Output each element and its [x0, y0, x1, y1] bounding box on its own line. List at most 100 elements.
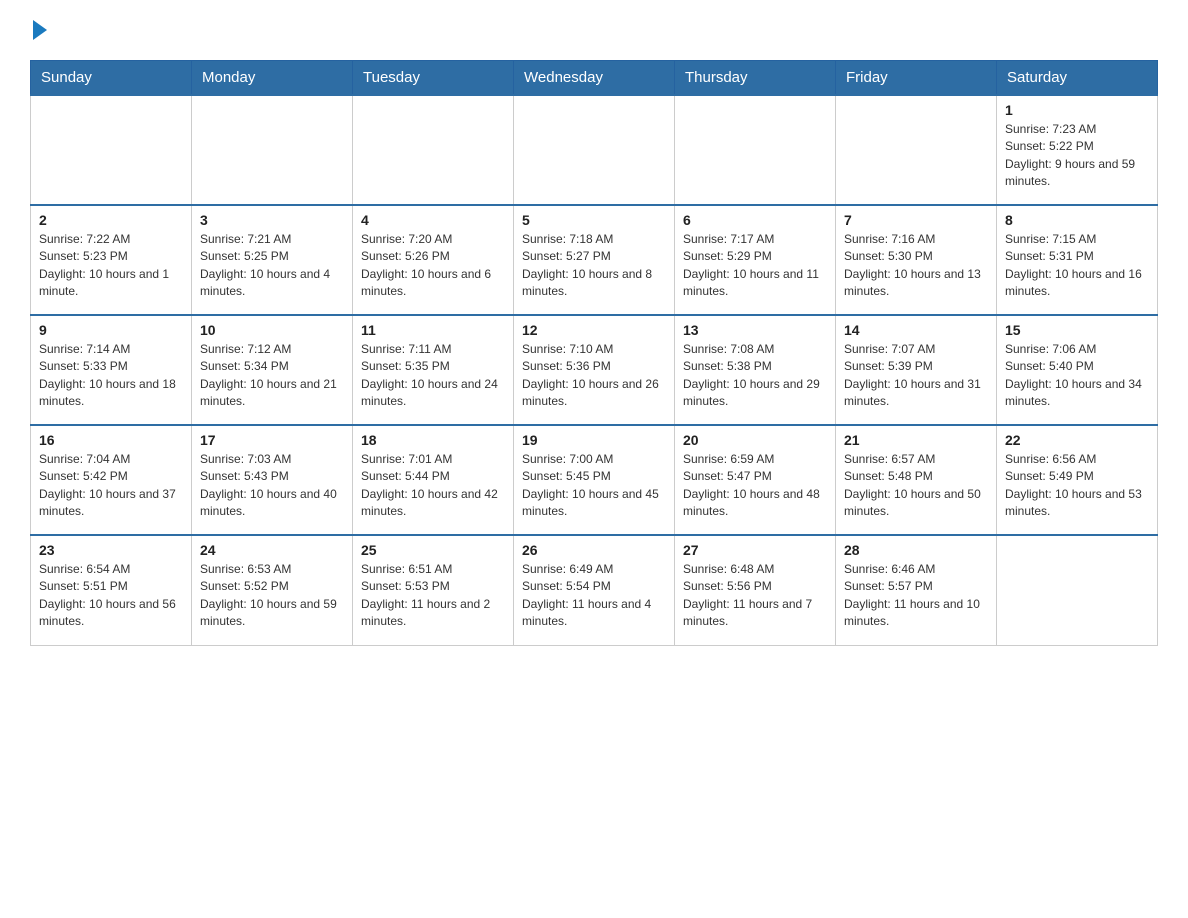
table-row: 2 Sunrise: 7:22 AM Sunset: 5:23 PM Daylig… [31, 205, 192, 315]
day-number: 11 [361, 322, 505, 338]
day-number: 7 [844, 212, 988, 228]
table-row: 21 Sunrise: 6:57 AM Sunset: 5:48 PM Dayli… [836, 425, 997, 535]
logo [30, 20, 47, 44]
day-info: Sunrise: 6:53 AM Sunset: 5:52 PM Dayligh… [200, 561, 344, 631]
day-info: Sunrise: 7:04 AM Sunset: 5:42 PM Dayligh… [39, 451, 183, 521]
table-row: 28Sunrise: 6:46 AM Sunset: 5:57 PM Dayli… [836, 535, 997, 645]
table-row: 25 Sunrise: 6:51 AM Sunset: 5:53 PM Dayli… [353, 535, 514, 645]
day-info: Sunrise: 6:57 AM Sunset: 5:48 PM Dayligh… [844, 451, 988, 521]
calendar-header-row: Sunday Monday Tuesday Wednesday Thursday… [31, 61, 1158, 96]
calendar-table: Sunday Monday Tuesday Wednesday Thursday… [30, 60, 1158, 646]
day-number: 13 [683, 322, 827, 338]
day-number: 2 [39, 212, 183, 228]
day-info: Sunrise: 6:54 AM Sunset: 5:51 PM Dayligh… [39, 561, 183, 631]
day-info: Sunrise: 6:59 AM Sunset: 5:47 PM Dayligh… [683, 451, 827, 521]
calendar-week-row: 16 Sunrise: 7:04 AM Sunset: 5:42 PM Dayli… [31, 425, 1158, 535]
calendar-week-row: 2 Sunrise: 7:22 AM Sunset: 5:23 PM Daylig… [31, 205, 1158, 315]
day-info: Sunrise: 7:07 AM Sunset: 5:39 PM Dayligh… [844, 341, 988, 411]
day-info: Sunrise: 7:17 AM Sunset: 5:29 PM Dayligh… [683, 231, 827, 301]
col-sunday: Sunday [31, 61, 192, 96]
table-row [997, 535, 1158, 645]
day-number: 26 [522, 542, 666, 558]
table-row [675, 95, 836, 205]
day-info: Sunrise: 7:00 AM Sunset: 5:45 PM Dayligh… [522, 451, 666, 521]
day-number: 15 [1005, 322, 1149, 338]
day-number: 14 [844, 322, 988, 338]
day-number: 21 [844, 432, 988, 448]
table-row: 11 Sunrise: 7:11 AM Sunset: 5:35 PM Dayli… [353, 315, 514, 425]
table-row: 6Sunrise: 7:17 AM Sunset: 5:29 PM Daylig… [675, 205, 836, 315]
day-info: Sunrise: 7:10 AM Sunset: 5:36 PM Dayligh… [522, 341, 666, 411]
col-friday: Friday [836, 61, 997, 96]
table-row: 1 Sunrise: 7:23 AM Sunset: 5:22 PM Daylig… [997, 95, 1158, 205]
day-number: 8 [1005, 212, 1149, 228]
table-row: 14 Sunrise: 7:07 AM Sunset: 5:39 PM Dayli… [836, 315, 997, 425]
day-number: 28 [844, 542, 988, 558]
table-row: 17Sunrise: 7:03 AM Sunset: 5:43 PM Dayli… [192, 425, 353, 535]
calendar-week-row: 23 Sunrise: 6:54 AM Sunset: 5:51 PM Dayli… [31, 535, 1158, 645]
day-number: 10 [200, 322, 344, 338]
day-info: Sunrise: 6:49 AM Sunset: 5:54 PM Dayligh… [522, 561, 666, 631]
day-number: 19 [522, 432, 666, 448]
col-monday: Monday [192, 61, 353, 96]
table-row: 22 Sunrise: 6:56 AM Sunset: 5:49 PM Dayli… [997, 425, 1158, 535]
table-row: 19 Sunrise: 7:00 AM Sunset: 5:45 PM Dayli… [514, 425, 675, 535]
day-number: 9 [39, 322, 183, 338]
col-thursday: Thursday [675, 61, 836, 96]
day-info: Sunrise: 7:01 AM Sunset: 5:44 PM Dayligh… [361, 451, 505, 521]
logo-arrow-icon [33, 20, 47, 40]
col-saturday: Saturday [997, 61, 1158, 96]
day-number: 1 [1005, 102, 1149, 118]
day-number: 20 [683, 432, 827, 448]
day-info: Sunrise: 7:08 AM Sunset: 5:38 PM Dayligh… [683, 341, 827, 411]
col-tuesday: Tuesday [353, 61, 514, 96]
page-header [30, 20, 1158, 44]
table-row: 12 Sunrise: 7:10 AM Sunset: 5:36 PM Dayli… [514, 315, 675, 425]
table-row [836, 95, 997, 205]
day-number: 25 [361, 542, 505, 558]
table-row [192, 95, 353, 205]
day-number: 18 [361, 432, 505, 448]
table-row: 23 Sunrise: 6:54 AM Sunset: 5:51 PM Dayli… [31, 535, 192, 645]
day-number: 16 [39, 432, 183, 448]
table-row: 8 Sunrise: 7:15 AM Sunset: 5:31 PM Daylig… [997, 205, 1158, 315]
day-info: Sunrise: 6:51 AM Sunset: 5:53 PM Dayligh… [361, 561, 505, 631]
day-number: 4 [361, 212, 505, 228]
table-row: 10 Sunrise: 7:12 AM Sunset: 5:34 PM Dayli… [192, 315, 353, 425]
day-info: Sunrise: 7:23 AM Sunset: 5:22 PM Dayligh… [1005, 121, 1149, 191]
day-number: 23 [39, 542, 183, 558]
table-row: 9 Sunrise: 7:14 AM Sunset: 5:33 PM Daylig… [31, 315, 192, 425]
day-info: Sunrise: 7:21 AM Sunset: 5:25 PM Dayligh… [200, 231, 344, 301]
day-info: Sunrise: 7:11 AM Sunset: 5:35 PM Dayligh… [361, 341, 505, 411]
table-row: 27Sunrise: 6:48 AM Sunset: 5:56 PM Dayli… [675, 535, 836, 645]
table-row: 16 Sunrise: 7:04 AM Sunset: 5:42 PM Dayli… [31, 425, 192, 535]
day-number: 12 [522, 322, 666, 338]
table-row: 15 Sunrise: 7:06 AM Sunset: 5:40 PM Dayli… [997, 315, 1158, 425]
table-row: 20 Sunrise: 6:59 AM Sunset: 5:47 PM Dayli… [675, 425, 836, 535]
day-number: 24 [200, 542, 344, 558]
table-row [353, 95, 514, 205]
day-number: 3 [200, 212, 344, 228]
day-info: Sunrise: 7:15 AM Sunset: 5:31 PM Dayligh… [1005, 231, 1149, 301]
day-info: Sunrise: 7:16 AM Sunset: 5:30 PM Dayligh… [844, 231, 988, 301]
day-info: Sunrise: 7:12 AM Sunset: 5:34 PM Dayligh… [200, 341, 344, 411]
table-row: 4Sunrise: 7:20 AM Sunset: 5:26 PM Daylig… [353, 205, 514, 315]
day-info: Sunrise: 7:14 AM Sunset: 5:33 PM Dayligh… [39, 341, 183, 411]
day-info: Sunrise: 6:48 AM Sunset: 5:56 PM Dayligh… [683, 561, 827, 631]
day-number: 5 [522, 212, 666, 228]
day-info: Sunrise: 7:06 AM Sunset: 5:40 PM Dayligh… [1005, 341, 1149, 411]
day-number: 17 [200, 432, 344, 448]
day-number: 22 [1005, 432, 1149, 448]
table-row: 7 Sunrise: 7:16 AM Sunset: 5:30 PM Daylig… [836, 205, 997, 315]
table-row: 5 Sunrise: 7:18 AM Sunset: 5:27 PM Daylig… [514, 205, 675, 315]
calendar-week-row: 1 Sunrise: 7:23 AM Sunset: 5:22 PM Daylig… [31, 95, 1158, 205]
table-row: 18 Sunrise: 7:01 AM Sunset: 5:44 PM Dayli… [353, 425, 514, 535]
day-info: Sunrise: 7:22 AM Sunset: 5:23 PM Dayligh… [39, 231, 183, 301]
day-info: Sunrise: 6:56 AM Sunset: 5:49 PM Dayligh… [1005, 451, 1149, 521]
day-info: Sunrise: 7:18 AM Sunset: 5:27 PM Dayligh… [522, 231, 666, 301]
table-row: 24 Sunrise: 6:53 AM Sunset: 5:52 PM Dayli… [192, 535, 353, 645]
table-row: 3 Sunrise: 7:21 AM Sunset: 5:25 PM Daylig… [192, 205, 353, 315]
table-row: 26 Sunrise: 6:49 AM Sunset: 5:54 PM Dayli… [514, 535, 675, 645]
calendar-week-row: 9 Sunrise: 7:14 AM Sunset: 5:33 PM Daylig… [31, 315, 1158, 425]
table-row [514, 95, 675, 205]
